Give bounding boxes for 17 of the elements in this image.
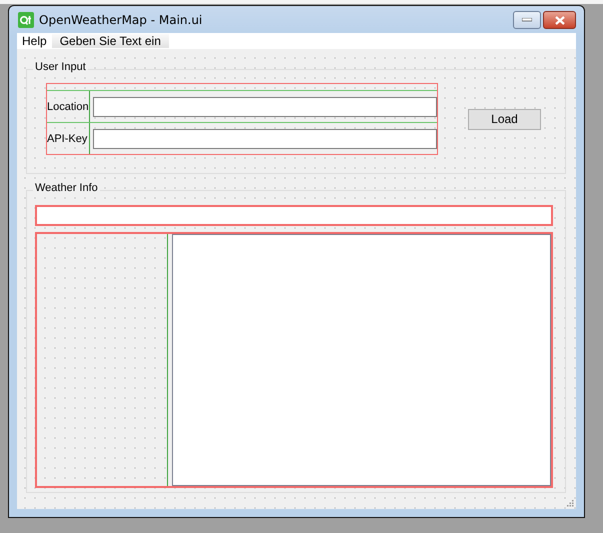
- menu-item[interactable]: Help: [17, 34, 52, 48]
- field-label: API-Key: [47, 123, 90, 154]
- input-field[interactable]: [93, 96, 437, 116]
- group-title: Weather Info: [33, 182, 100, 194]
- qt-logo-icon: [18, 12, 34, 28]
- input-field[interactable]: [37, 207, 551, 224]
- minimize-icon: [522, 18, 532, 22]
- load-button[interactable]: Load: [468, 108, 541, 130]
- input-field[interactable]: [93, 128, 437, 148]
- resize-grip-icon: [567, 500, 574, 507]
- close-icon: [554, 16, 564, 24]
- field-label: Location: [47, 91, 90, 122]
- minimize-button[interactable]: [513, 11, 541, 29]
- menu-item[interactable]: Geben Sie Text ein: [52, 34, 169, 48]
- group-title: User Input: [33, 61, 88, 73]
- close-button[interactable]: [543, 11, 576, 29]
- window-title: OpenWeatherMap - Main.ui: [39, 12, 202, 26]
